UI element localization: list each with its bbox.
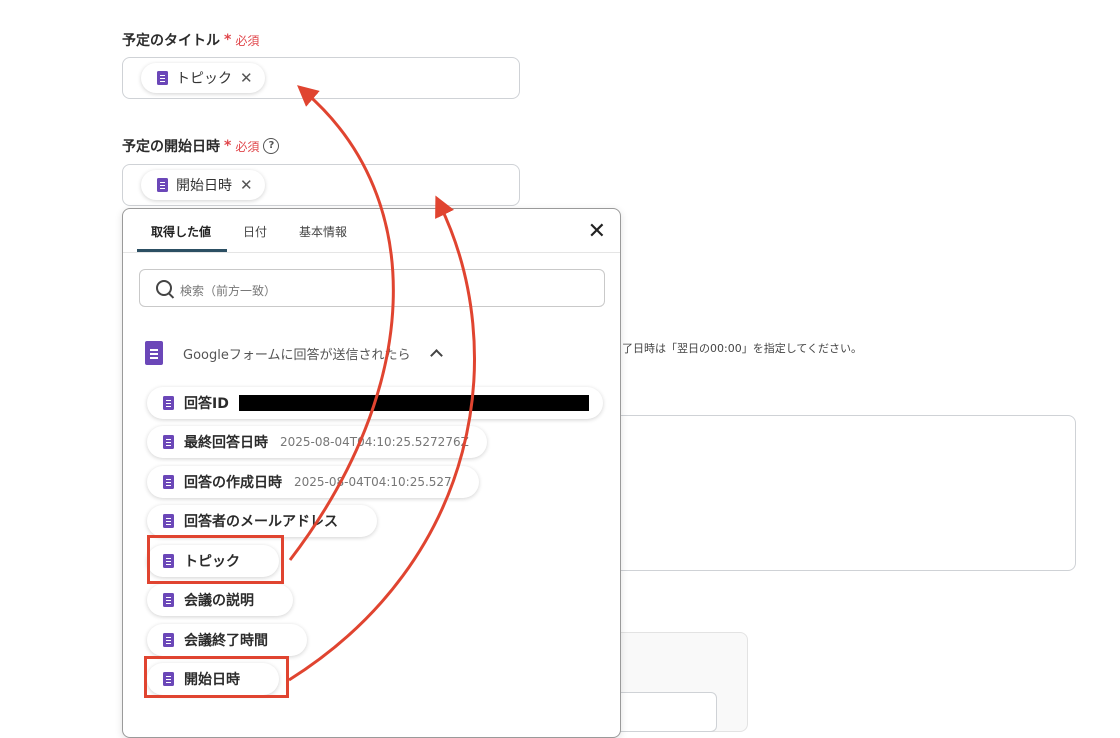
tab-date[interactable]: 日付	[243, 223, 267, 240]
list-item-meeting-end-time[interactable]: 会議終了時間	[147, 624, 307, 656]
tab-basic-info[interactable]: 基本情報	[299, 223, 347, 240]
form-doc-icon	[163, 514, 174, 528]
title-input[interactable]: トピック ✕	[122, 57, 520, 99]
start-datetime-highlight-box	[144, 656, 289, 698]
list-item-response-created-time[interactable]: 回答の作成日時 2025-08-04T04:10:25.527	[147, 466, 479, 498]
form-doc-icon	[163, 396, 174, 410]
list-item-last-response-time[interactable]: 最終回答日時 2025-08-04T04:10:25.527276Z	[147, 426, 487, 458]
title-field-label: 予定のタイトル * 必須	[122, 32, 260, 49]
form-doc-icon	[163, 633, 174, 647]
start-field-label: 予定の開始日時 * 必須 ?	[122, 136, 280, 156]
form-doc-icon	[157, 178, 168, 192]
google-forms-icon	[145, 341, 163, 365]
close-icon[interactable]: ✕	[588, 221, 606, 243]
picker-tabs: 取得した値 日付 基本情報	[123, 209, 620, 253]
start-chip-label: 開始日時	[176, 178, 232, 194]
form-doc-icon	[157, 71, 168, 85]
tab-acquired-values[interactable]: 取得した値	[151, 223, 211, 240]
list-item-meeting-description[interactable]: 会議の説明	[147, 584, 293, 616]
description-textarea[interactable]	[600, 415, 1076, 571]
group-title: Googleフォームに回答が送信されたら	[183, 347, 411, 363]
list-item-response-id[interactable]: 回答ID	[147, 387, 603, 419]
start-datetime-input[interactable]: 開始日時 ✕	[122, 164, 520, 206]
required-badge: 必須	[235, 139, 260, 154]
required-star-icon: *	[224, 138, 232, 154]
chevron-up-icon[interactable]	[430, 348, 444, 362]
active-tab-indicator	[137, 249, 227, 252]
end-date-note: 了日時は「翌日の00:00」を指定してください。	[622, 342, 863, 355]
remove-chip-icon[interactable]: ✕	[240, 69, 253, 87]
required-badge: 必須	[235, 33, 260, 48]
form-doc-icon	[163, 475, 174, 489]
remove-chip-icon[interactable]: ✕	[240, 176, 253, 194]
start-chip[interactable]: 開始日時 ✕	[141, 170, 265, 200]
form-doc-icon	[163, 593, 174, 607]
help-icon[interactable]: ?	[263, 138, 280, 154]
required-star-icon: *	[224, 32, 232, 48]
topic-highlight-box	[147, 535, 284, 584]
redacted-value	[238, 395, 589, 411]
search-icon	[156, 280, 172, 296]
search-placeholder: 検索（前方一致）	[180, 284, 277, 298]
list-item-respondent-email[interactable]: 回答者のメールアドレス	[147, 505, 377, 537]
form-group-header[interactable]: Googleフォームに回答が送信されたら	[145, 341, 444, 365]
title-chip-label: トピック	[176, 71, 232, 87]
form-doc-icon	[163, 435, 174, 449]
title-chip[interactable]: トピック ✕	[141, 63, 265, 93]
search-input[interactable]: 検索（前方一致）	[139, 269, 605, 307]
